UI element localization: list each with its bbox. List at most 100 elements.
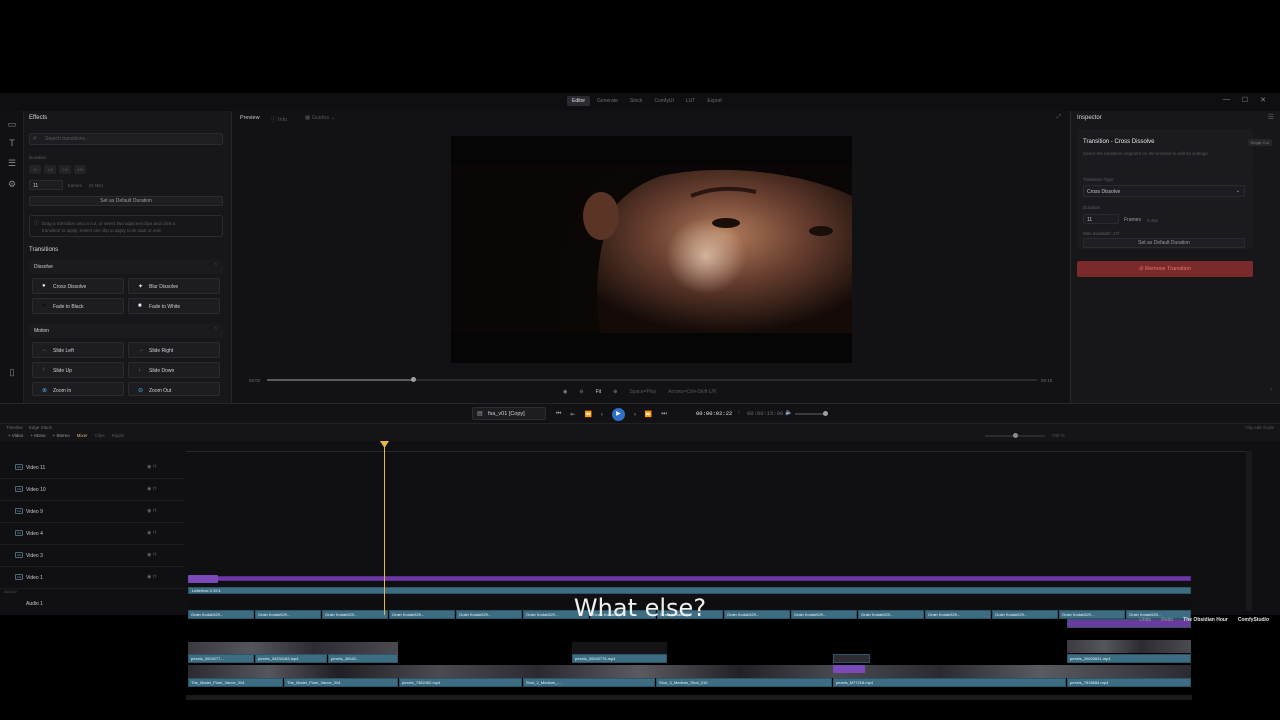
frame-back-icon[interactable]: ‹ bbox=[601, 412, 603, 418]
zoom-in-button[interactable]: ⊕ Zoom In bbox=[32, 382, 124, 396]
tab-editor[interactable]: Editor bbox=[567, 96, 591, 106]
eye-icon[interactable]: ◉ ⊓ bbox=[147, 486, 157, 492]
duration-chip[interactable]: 24f bbox=[59, 165, 71, 174]
fx-chip[interactable] bbox=[188, 575, 218, 583]
fade-to-white-button[interactable]: ■ Fade to White bbox=[128, 298, 220, 314]
zoom-out-button[interactable]: ⊖ Zoom Out bbox=[128, 382, 220, 396]
snapshot-icon[interactable]: ◉ bbox=[563, 389, 567, 395]
folder-icon[interactable]: ▭ bbox=[7, 119, 17, 129]
dissolve-section-header[interactable]: Dissolve ⌃ bbox=[29, 260, 223, 274]
volume-handle[interactable] bbox=[823, 411, 828, 416]
skip-start-icon[interactable]: ⏮ bbox=[556, 411, 561, 418]
v1-clip[interactable]: Shot_2_Medium_... bbox=[523, 678, 655, 687]
v3-clip[interactable]: pexels_3004277... bbox=[188, 654, 254, 663]
remove-transition-button[interactable]: ⊘ Remove Transition bbox=[1077, 261, 1253, 277]
zoom-out-icon[interactable]: ⊖ bbox=[579, 389, 583, 395]
menu-icon[interactable]: ☰ bbox=[1268, 113, 1274, 121]
eye-icon[interactable]: ◉ ⊓ bbox=[147, 508, 157, 514]
tab-export[interactable]: Export bbox=[702, 96, 726, 106]
volume-slider[interactable] bbox=[795, 411, 828, 416]
v1-thumbnails bbox=[188, 665, 1191, 678]
expand-icon[interactable]: ⤢ bbox=[1057, 114, 1061, 121]
guides-dropdown[interactable]: ▦ Guides ⌄ bbox=[305, 115, 335, 121]
vertical-scrollbar[interactable] bbox=[1246, 451, 1252, 611]
step-forward-icon[interactable]: ⏩ bbox=[645, 411, 652, 418]
volume-icon[interactable]: 🔈 bbox=[785, 409, 792, 416]
duration-chip[interactable]: 6f bbox=[29, 165, 41, 174]
transition-type-select[interactable]: Cross Dissolve ⌄ bbox=[1083, 185, 1245, 197]
search-input[interactable]: ⌕ Search transitions... bbox=[29, 133, 223, 145]
add-mono-track-button[interactable]: + Mono bbox=[30, 433, 45, 438]
playhead[interactable] bbox=[384, 441, 385, 615]
v1-clip[interactable]: pexels_7382452.mp4 bbox=[399, 678, 522, 687]
eye-icon[interactable]: ◉ ⊓ bbox=[147, 552, 157, 558]
frame-forward-icon[interactable]: › bbox=[634, 412, 636, 418]
slide-up-button[interactable]: ↑ Slide Up bbox=[32, 362, 124, 378]
minimize-button[interactable]: — bbox=[1223, 96, 1230, 104]
v3-clip[interactable]: pexels_20620831.mp4 bbox=[1067, 654, 1191, 663]
timeline-zoom-handle[interactable] bbox=[1013, 433, 1018, 438]
redo-button[interactable]: Redo bbox=[1161, 617, 1173, 623]
tab-timeline[interactable]: Timeline bbox=[6, 425, 23, 430]
duration-chip[interactable]: 12f bbox=[44, 165, 56, 174]
track-header: CH Video 11 ◉ ⊓ bbox=[0, 457, 185, 479]
letterbox-clip[interactable]: Letterbox 2.39:1 bbox=[188, 587, 1191, 594]
chevron-right-icon[interactable]: › bbox=[1270, 387, 1272, 393]
maximize-button[interactable]: ☐ bbox=[1242, 96, 1248, 104]
v3-clip[interactable]: pexels_30043776.mp4 bbox=[572, 654, 667, 663]
effects-icon[interactable]: ☰ bbox=[7, 158, 17, 168]
frames-field[interactable]: 11 bbox=[29, 180, 63, 190]
settings-icon[interactable]: ⚙ bbox=[7, 179, 17, 189]
fade-to-black-button[interactable]: ■ Fade to Black bbox=[32, 298, 124, 314]
v1-clip[interactable]: pexels_7816684.mp4 bbox=[1067, 678, 1191, 687]
duration-field[interactable]: 11 bbox=[1083, 214, 1119, 224]
preview-scrubber[interactable] bbox=[267, 377, 1037, 382]
v1-clip[interactable]: Shot_3_Medium_Shot_010 bbox=[656, 678, 832, 687]
video10-clip-bar[interactable] bbox=[188, 576, 1191, 581]
close-button[interactable]: ✕ bbox=[1260, 96, 1266, 104]
v3-clip[interactable]: pexels_30042... bbox=[328, 654, 398, 663]
fx-chip[interactable] bbox=[833, 665, 865, 673]
zoom-in-icon[interactable]: ⊕ bbox=[613, 389, 617, 395]
set-default-duration-button[interactable]: Set as Default Duration bbox=[29, 196, 223, 206]
add-video-track-button[interactable]: + Video bbox=[8, 433, 23, 438]
timeline-zoom-slider[interactable] bbox=[985, 433, 1045, 438]
tab-generate[interactable]: Generate bbox=[592, 96, 623, 106]
circle-icon: ● bbox=[42, 283, 46, 289]
v1-clip[interactable]: The_Model_Flare_Vance_004 bbox=[188, 678, 283, 687]
tab-comfyui[interactable]: ComfyUI bbox=[649, 96, 678, 106]
panel-toggle-icon[interactable]: ▯ bbox=[7, 367, 17, 377]
v1-clip[interactable]: pexels_M77216.mp4 bbox=[833, 678, 1066, 687]
eye-icon[interactable]: ◉ ⊓ bbox=[147, 530, 157, 536]
duration-chip[interactable]: 48f bbox=[74, 165, 86, 174]
slide-down-button[interactable]: ↓ Slide Down bbox=[128, 362, 220, 378]
play-button[interactable]: ▶ bbox=[611, 408, 625, 421]
slide-right-button[interactable]: → Slide Right bbox=[128, 342, 220, 358]
prev-marker-icon[interactable]: ⇤ bbox=[570, 411, 575, 418]
v1-clip[interactable]: The_Model_Flare_Vance_004 bbox=[284, 678, 398, 687]
blur-dissolve-button[interactable]: ✦ Blur Dissolve bbox=[128, 278, 220, 294]
skip-end-icon[interactable]: ⏭ bbox=[661, 411, 666, 418]
tab-lut[interactable]: LUT bbox=[681, 96, 700, 106]
ripple-button[interactable]: Ripple bbox=[112, 433, 125, 438]
info-toggle[interactable]: ⓘ Info bbox=[271, 115, 287, 123]
slide-left-button[interactable]: ← Slide Left bbox=[32, 342, 124, 358]
tab-edge-stack[interactable]: Edge Stack bbox=[29, 425, 52, 430]
v3-clip[interactable]: pexels_34234183.mp4 bbox=[255, 654, 327, 663]
eye-icon[interactable]: ◉ ⊓ bbox=[147, 574, 157, 580]
eye-icon[interactable]: ◉ ⊓ bbox=[147, 464, 157, 470]
zoom-fit-label[interactable]: Fit bbox=[596, 389, 602, 395]
inspector-set-default-button[interactable]: Set as Default Duration bbox=[1083, 238, 1245, 248]
add-stereo-track-button[interactable]: + Stereo bbox=[52, 433, 69, 438]
cross-dissolve-button[interactable]: ● Cross Dissolve bbox=[32, 278, 124, 294]
scrubber-handle[interactable] bbox=[411, 377, 417, 382]
text-icon[interactable]: T bbox=[7, 138, 17, 148]
v3-clip-small[interactable] bbox=[833, 654, 870, 663]
project-selector[interactable]: ▤ fsa_v01 [Copy] bbox=[472, 407, 546, 420]
tab-stock[interactable]: Stock bbox=[625, 96, 648, 106]
step-back-icon[interactable]: ⏪ bbox=[584, 411, 591, 418]
clips-button[interactable]: Clips bbox=[95, 433, 105, 438]
motion-section-header[interactable]: Motion ⌃ bbox=[29, 324, 223, 338]
mixer-button[interactable]: Mixer bbox=[77, 433, 88, 438]
undo-button[interactable]: Undo bbox=[1139, 617, 1151, 623]
